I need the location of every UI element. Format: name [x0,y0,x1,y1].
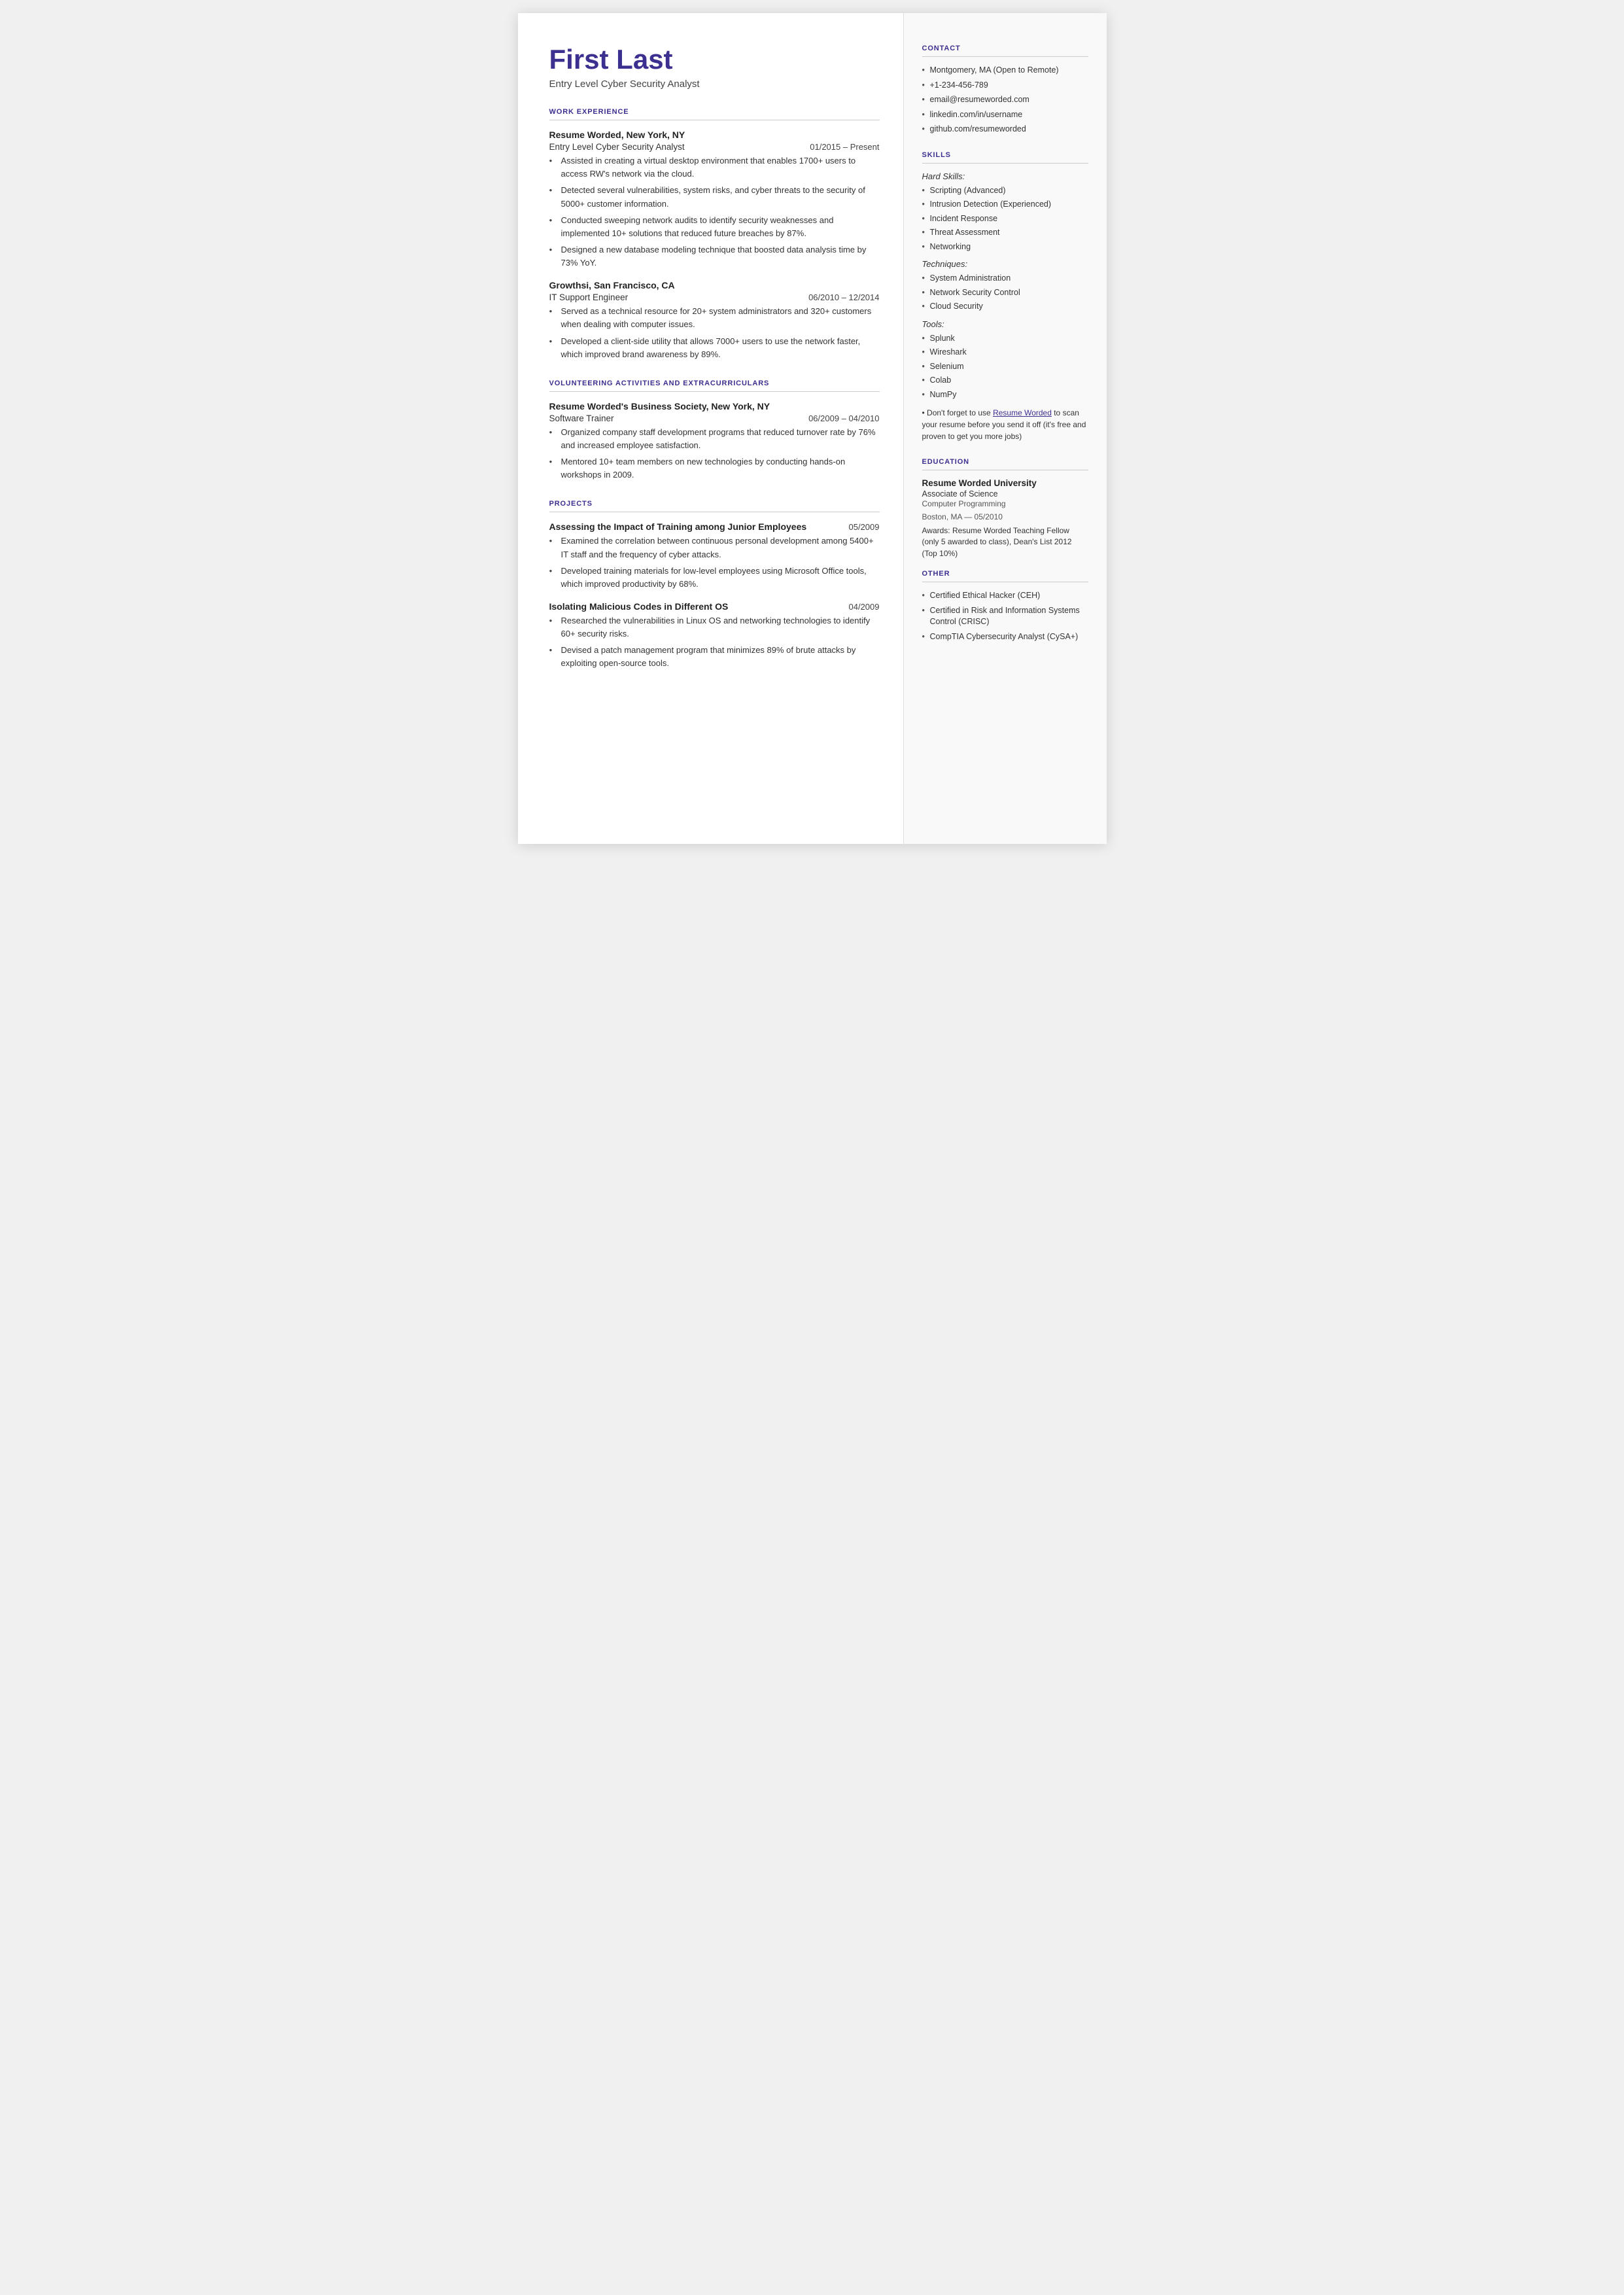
field-of-study: Computer Programming [922,499,1088,508]
list-item: Conducted sweeping network audits to ide… [549,214,880,240]
contact-list: Montgomery, MA (Open to Remote) +1-234-4… [922,65,1088,135]
techniques-list: System Administration Network Security C… [922,273,1088,313]
right-column: CONTACT Montgomery, MA (Open to Remote) … [904,13,1107,844]
job-title-row-1: Entry Level Cyber Security Analyst 01/20… [549,142,880,152]
job-title-row-2: IT Support Engineer 06/2010 – 12/2014 [549,292,880,302]
list-item: Served as a technical resource for 20+ s… [549,305,880,331]
degree: Associate of Science [922,489,1088,499]
job-company-1: Resume Worded, New York, NY [549,130,880,140]
resume-worded-link[interactable]: Resume Worded [993,408,1052,417]
list-item: email@resumeworded.com [922,94,1088,106]
job-company-3: Resume Worded's Business Society, New Yo… [549,401,880,412]
job-bullets-1: Assisted in creating a virtual desktop e… [549,154,880,270]
left-column: First Last Entry Level Cyber Security An… [518,13,904,844]
list-item: Assisted in creating a virtual desktop e… [549,154,880,181]
volunteering-divider [549,391,880,392]
tools-list: Splunk Wireshark Selenium Colab NumPy [922,333,1088,401]
project-title-1: Assessing the Impact of Training among J… [549,521,807,532]
job-dates-1: 01/2015 – Present [810,142,879,152]
job-block-1: Resume Worded, New York, NY Entry Level … [549,130,880,270]
project-header-2: Isolating Malicious Codes in Different O… [549,601,880,612]
list-item: Mentored 10+ team members on new technol… [549,455,880,482]
school-name: Resume Worded University [922,478,1088,488]
job-dates-2: 06/2010 – 12/2014 [808,292,879,302]
other-title: OTHER [922,570,1088,578]
education-title: EDUCATION [922,458,1088,466]
project-bullets-2: Researched the vulnerabilities in Linux … [549,614,880,671]
hard-skills-list: Scripting (Advanced) Intrusion Detection… [922,185,1088,253]
list-item: NumPy [922,389,1088,401]
hard-skills-label: Hard Skills: [922,171,1088,181]
job-title-2: IT Support Engineer [549,292,629,302]
job-bullets-3: Organized company staff development prog… [549,426,880,482]
list-item: CompTIA Cybersecurity Analyst (CySA+) [922,631,1088,643]
list-item: Designed a new database modeling techniq… [549,243,880,270]
skills-divider [922,163,1088,164]
list-item: Networking [922,241,1088,253]
project-bullets-1: Examined the correlation between continu… [549,534,880,591]
project-header-1: Assessing the Impact of Training among J… [549,521,880,532]
job-dates-3: 06/2009 – 04/2010 [808,413,879,423]
job-company-2: Growthsi, San Francisco, CA [549,280,880,290]
project-block-1: Assessing the Impact of Training among J… [549,521,880,591]
contact-title: CONTACT [922,44,1088,52]
project-block-2: Isolating Malicious Codes in Different O… [549,601,880,671]
list-item: Certified in Risk and Information System… [922,605,1088,628]
job-block-3: Resume Worded's Business Society, New Yo… [549,401,880,482]
resume-page: First Last Entry Level Cyber Security An… [518,13,1107,844]
list-item: Developed training materials for low-lev… [549,565,880,591]
job-title-row-3: Software Trainer 06/2009 – 04/2010 [549,413,880,423]
job-header-1: Resume Worded, New York, NY [549,130,880,140]
list-item: System Administration [922,273,1088,285]
location-date: Boston, MA — 05/2010 [922,512,1088,521]
list-item: github.com/resumeworded [922,124,1088,135]
job-header-3: Resume Worded's Business Society, New Yo… [549,401,880,412]
other-list: Certified Ethical Hacker (CEH) Certified… [922,590,1088,642]
list-item: Wireshark [922,347,1088,359]
list-item: Scripting (Advanced) [922,185,1088,197]
job-title-1: Entry Level Cyber Security Analyst [549,142,685,152]
list-item: Cloud Security [922,301,1088,313]
volunteering-title: VOLUNTEERING ACTIVITIES AND EXTRACURRICU… [549,379,880,387]
list-item: Splunk [922,333,1088,345]
techniques-label: Techniques: [922,259,1088,269]
work-experience-title: WORK EXPERIENCE [549,108,880,116]
list-item: Montgomery, MA (Open to Remote) [922,65,1088,77]
list-item: Developed a client-side utility that all… [549,335,880,361]
list-item: Incident Response [922,213,1088,225]
list-item: Colab [922,375,1088,387]
contact-divider [922,56,1088,57]
list-item: Devised a patch management program that … [549,644,880,670]
list-item: Examined the correlation between continu… [549,534,880,561]
list-item: linkedin.com/in/username [922,109,1088,121]
list-item: +1-234-456-789 [922,80,1088,92]
list-item: Selenium [922,361,1088,373]
job-block-2: Growthsi, San Francisco, CA IT Support E… [549,280,880,361]
list-item: Detected several vulnerabilities, system… [549,184,880,210]
list-item: Network Security Control [922,287,1088,299]
tools-label: Tools: [922,319,1088,329]
edu-awards: Awards: Resume Worded Teaching Fellow (o… [922,525,1088,559]
job-bullets-2: Served as a technical resource for 20+ s… [549,305,880,361]
project-date-1: 05/2009 [849,522,880,532]
list-item: Certified Ethical Hacker (CEH) [922,590,1088,602]
skills-title: SKILLS [922,151,1088,159]
project-title-2: Isolating Malicious Codes in Different O… [549,601,729,612]
promo-text: • Don't forget to use Resume Worded to s… [922,407,1088,442]
job-header-2: Growthsi, San Francisco, CA [549,280,880,290]
list-item: Researched the vulnerabilities in Linux … [549,614,880,640]
list-item: Intrusion Detection (Experienced) [922,199,1088,211]
candidate-name: First Last [549,44,880,75]
candidate-tagline: Entry Level Cyber Security Analyst [549,79,880,90]
list-item: Threat Assessment [922,227,1088,239]
list-item: Organized company staff development prog… [549,426,880,452]
job-title-3: Software Trainer [549,413,614,423]
project-date-2: 04/2009 [849,602,880,612]
projects-title: PROJECTS [549,500,880,508]
